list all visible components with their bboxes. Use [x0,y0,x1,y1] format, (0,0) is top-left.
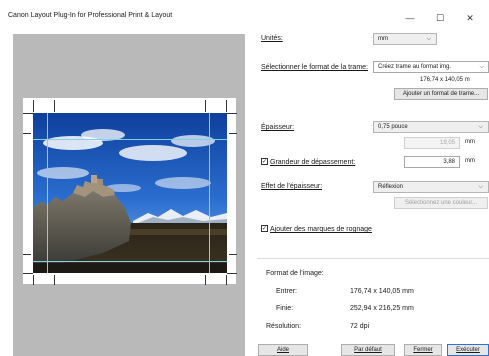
default-button[interactable]: Par défaut [341,344,395,356]
thickness-value: 0,75 pouce [378,124,408,130]
resolution-label: Résolution: [266,323,302,330]
crop-mark [227,113,237,114]
crop-mark [229,254,237,255]
units-value: mm [378,36,388,42]
overflow-unit: mm [465,158,475,164]
crop-mark [54,100,55,112]
thickness-label: Épaisseur: [261,124,295,131]
effect-label: Effet de l'épaisseur: [261,183,323,190]
divider [257,258,489,259]
finish-value: 252,94 x 216,25 mm [350,305,414,312]
chevron-down-icon: ⌵ [479,64,484,70]
window-title: Canon Layout Plug-In for Professional Pr… [8,12,173,19]
thickness-mm-field[interactable]: 19,05 [404,137,460,149]
crop-mark [229,133,237,134]
crop-mark [23,273,33,274]
close-button[interactable]: Fermer [404,344,442,356]
add-format-button[interactable]: Ajouter un format de trame... [394,88,488,100]
units-select[interactable]: mm ⌵ [373,33,437,45]
crop-mark [23,254,31,255]
finish-label: Finie: [276,305,294,312]
crop-mark [226,100,227,112]
bleed-guide-top [33,139,227,140]
landscape-image [33,113,227,273]
bleed-guide-right [209,113,210,273]
crop-mark [205,100,206,112]
crop-mark [23,113,33,114]
minimize-button[interactable]: — [395,10,425,26]
input-value: 176,74 x 140,05 mm [350,288,414,295]
effect-select[interactable]: Réflexion ⌵ [373,181,489,193]
overflow-checkbox[interactable]: ✓ [261,158,268,165]
overflow-field[interactable]: 3,88 [404,156,460,168]
thickness-unit: mm [465,139,475,145]
bleed-guide-left [47,113,48,273]
select-color-button[interactable]: Sélectionnez une couleur... [394,197,488,209]
input-label: Entrer: [276,288,298,295]
crop-mark [33,275,34,285]
maximize-button[interactable]: ☐ [425,10,455,26]
format-size: 176,74 x 140,05 m [420,77,470,83]
crop-marks-label: Ajouter des marques de rognage [270,226,372,233]
crop-marks-checkbox[interactable]: ✓ [261,225,268,232]
check-icon: ✓ [262,159,268,165]
chevron-down-icon: ⌵ [426,36,431,42]
image-format-heading: Format de l'image: [266,270,324,277]
format-select[interactable]: Créez trame au format img. ⌵ [373,61,489,73]
overflow-label: Grandeur de dépassement: [270,159,356,166]
units-label: Unités: [261,35,283,42]
crop-mark [226,275,227,285]
execute-button[interactable]: Exécuter [447,344,489,356]
crop-mark [227,273,237,274]
bleed-guide-bottom [33,261,227,262]
help-button[interactable]: Aide [258,344,308,356]
thickness-select[interactable]: 0,75 pouce ⌵ [373,121,489,133]
chevron-down-icon: ⌵ [478,124,483,130]
chevron-down-icon: ⌵ [478,184,483,190]
resolution-value: 72 dpi [350,323,370,330]
crop-mark [33,100,34,112]
format-value: Créez trame au format img. [378,64,452,70]
preview-image [33,113,227,273]
crop-mark [205,275,206,285]
format-label: Sélectionner le format de la trame: [261,64,368,71]
close-window-button[interactable]: ✕ [455,10,485,26]
effect-value: Réflexion [378,184,404,190]
crop-mark [23,133,31,134]
title-bar: Canon Layout Plug-In for Professional Pr… [0,0,489,30]
crop-mark [54,275,55,285]
check-icon: ✓ [262,226,268,232]
